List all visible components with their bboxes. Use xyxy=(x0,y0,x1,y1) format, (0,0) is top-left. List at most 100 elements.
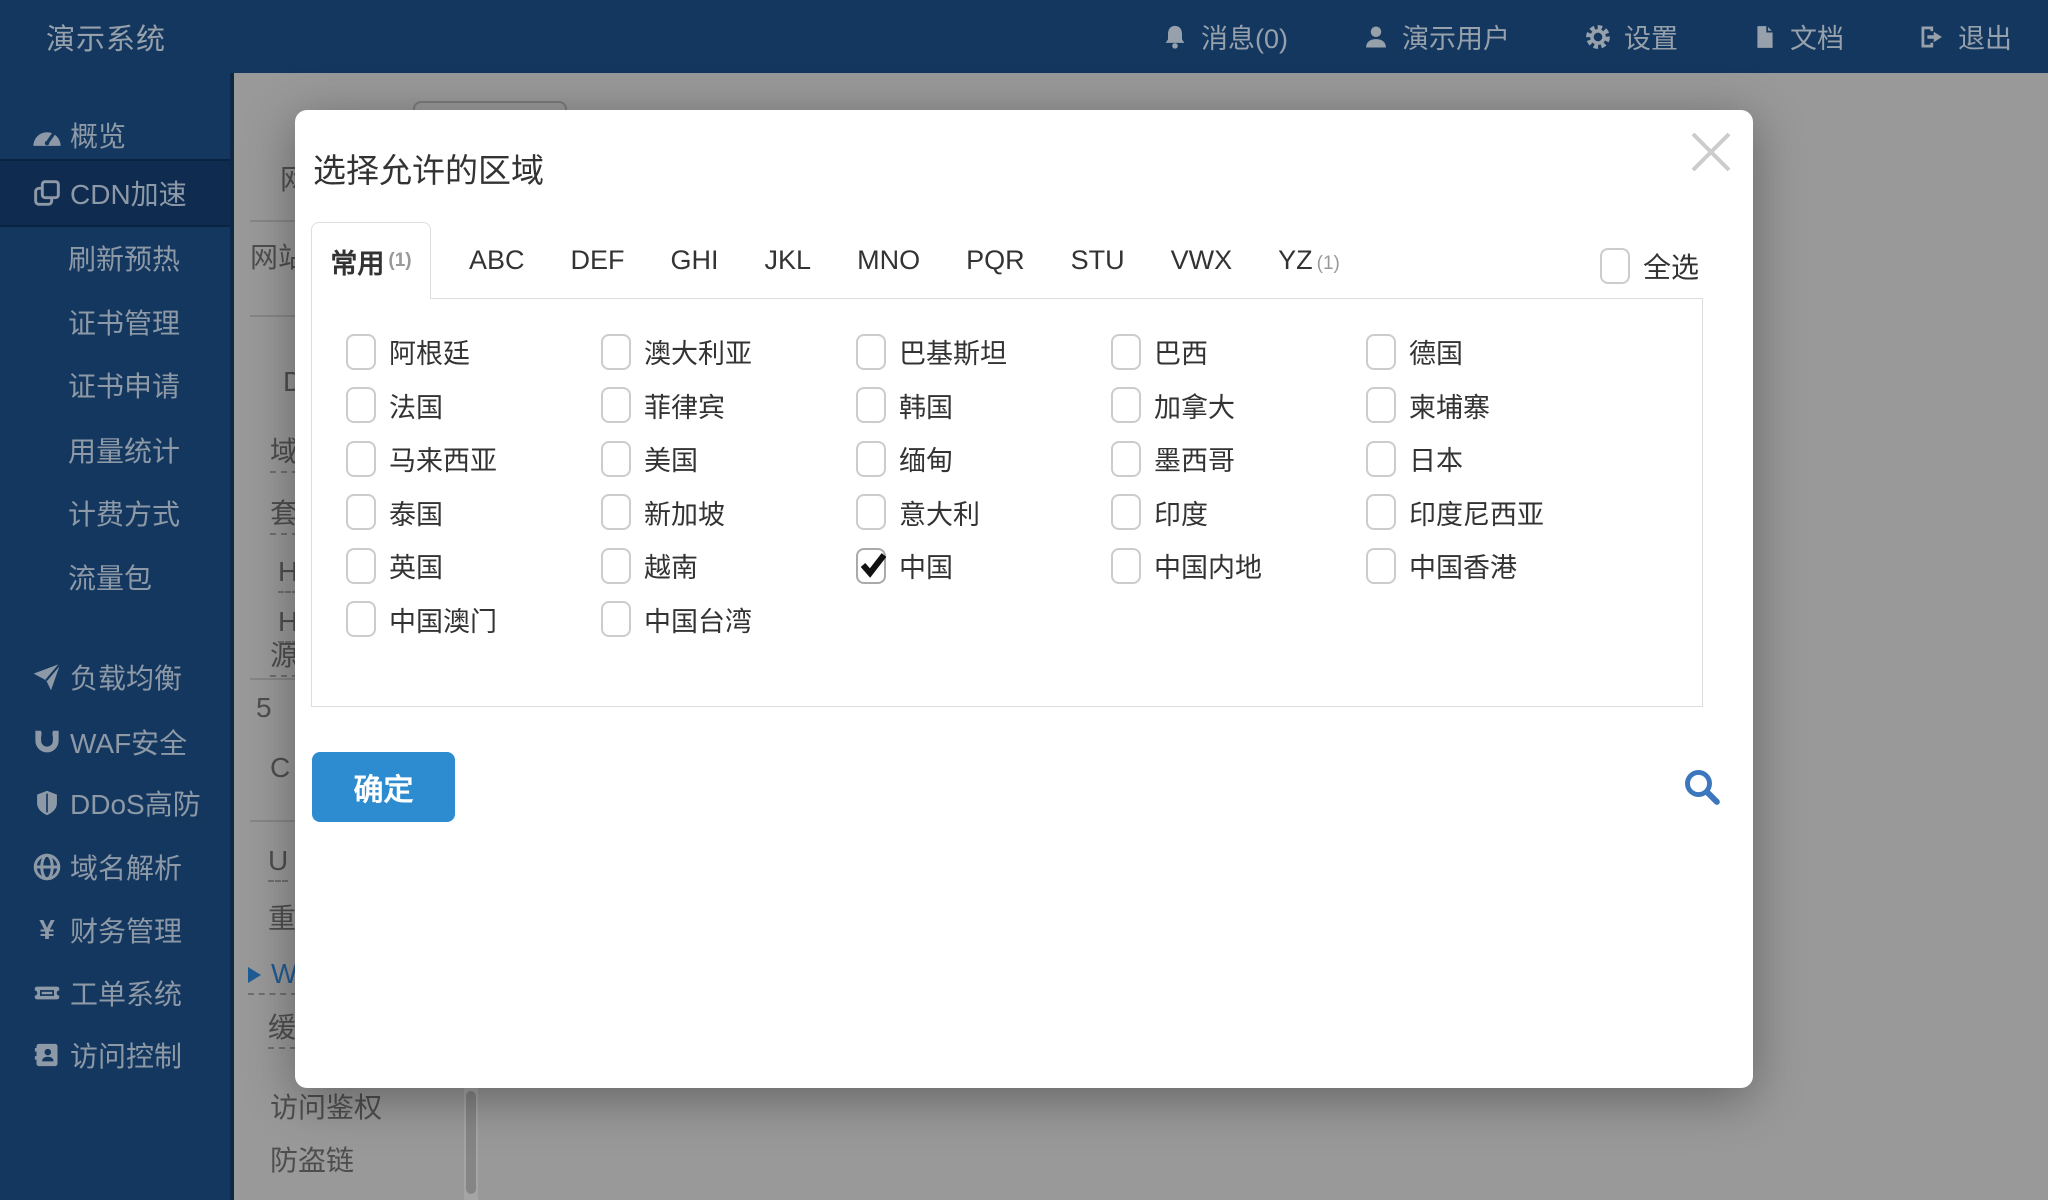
nav-item-docs[interactable]: 文档 xyxy=(1752,17,1844,56)
nav-item-label: 演示用户 xyxy=(1402,24,1510,54)
region-item-2[interactable]: 巴基斯坦 xyxy=(856,325,1111,379)
region-item-6[interactable]: 菲律宾 xyxy=(601,379,856,433)
region-item-14[interactable]: 日本 xyxy=(1366,432,1621,486)
confirm-button[interactable]: 确定 xyxy=(312,752,455,822)
tab-label: YZ xyxy=(1278,245,1313,275)
region-checkbox[interactable] xyxy=(346,494,376,531)
nav-item-messages[interactable]: 消息(0) xyxy=(1161,17,1288,56)
region-checkbox[interactable] xyxy=(601,440,631,477)
region-checkbox[interactable] xyxy=(601,601,631,638)
background-scrollbar-thumb[interactable] xyxy=(466,1091,476,1194)
region-item-17[interactable]: 意大利 xyxy=(856,486,1111,540)
region-checkbox[interactable] xyxy=(856,547,887,584)
sidebar-item-cert-manage[interactable]: 证书管理 xyxy=(0,290,230,354)
tab-vwx[interactable]: VWX xyxy=(1171,245,1233,276)
region-item-26[interactable]: 中国台湾 xyxy=(601,593,856,647)
region-checkbox[interactable] xyxy=(601,547,631,584)
region-item-9[interactable]: 柬埔寨 xyxy=(1366,379,1621,433)
sidebar-item-finance[interactable]: ¥ 财务管理 xyxy=(0,898,230,962)
sidebar-item-traffic-pack[interactable]: 流量包 xyxy=(0,545,230,609)
sidebar-item-label: 访问控制 xyxy=(70,1041,183,1072)
nav-item-settings[interactable]: 设置 xyxy=(1584,17,1678,56)
region-item-8[interactable]: 加拿大 xyxy=(1111,379,1366,433)
nav-item-logout[interactable]: 退出 xyxy=(1918,17,2012,56)
region-checkbox[interactable] xyxy=(1366,494,1396,531)
region-checkbox[interactable] xyxy=(1366,547,1396,584)
region-item-1[interactable]: 澳大利亚 xyxy=(601,325,856,379)
sidebar-item-billing[interactable]: 计费方式 xyxy=(0,481,230,545)
region-item-18[interactable]: 印度 xyxy=(1111,486,1366,540)
region-checkbox[interactable] xyxy=(1111,387,1141,424)
region-item-11[interactable]: 美国 xyxy=(601,432,856,486)
tab-def[interactable]: DEF xyxy=(571,245,625,276)
region-checkbox[interactable] xyxy=(346,547,376,584)
region-checkbox[interactable] xyxy=(346,333,376,370)
region-item-21[interactable]: 越南 xyxy=(601,539,856,593)
sidebar-edge xyxy=(230,73,234,1200)
region-checkbox[interactable] xyxy=(1366,440,1396,477)
region-item-10[interactable]: 马来西亚 xyxy=(346,432,601,486)
region-item-4[interactable]: 德国 xyxy=(1366,325,1621,379)
sidebar-item-cdn[interactable]: CDN加速 xyxy=(0,159,230,227)
region-item-0[interactable]: 阿根廷 xyxy=(346,325,601,379)
region-checkbox[interactable] xyxy=(601,387,631,424)
close-icon[interactable] xyxy=(1685,126,1737,178)
background-text: C xyxy=(270,752,291,783)
region-checkbox[interactable] xyxy=(1366,333,1396,370)
region-item-15[interactable]: 泰国 xyxy=(346,486,601,540)
region-item-19[interactable]: 印度尼西亚 xyxy=(1366,486,1621,540)
tab-mno[interactable]: MNO xyxy=(857,245,920,276)
region-item-23[interactable]: 中国内地 xyxy=(1111,539,1366,593)
region-checkbox[interactable] xyxy=(856,494,886,531)
region-checkbox[interactable] xyxy=(601,494,631,531)
region-checkbox[interactable] xyxy=(856,333,886,370)
region-item-7[interactable]: 韩国 xyxy=(856,379,1111,433)
region-checkbox[interactable] xyxy=(346,387,376,424)
sidebar-item-tickets[interactable]: 工单系统 xyxy=(0,961,230,1025)
region-checkbox[interactable] xyxy=(1366,387,1396,424)
region-item-13[interactable]: 墨西哥 xyxy=(1111,432,1366,486)
region-checkbox[interactable] xyxy=(856,440,886,477)
tab-pqr[interactable]: PQR xyxy=(966,245,1025,276)
region-checkbox[interactable] xyxy=(601,333,631,370)
search-icon[interactable] xyxy=(1681,766,1723,808)
region-item-25[interactable]: 中国澳门 xyxy=(346,593,601,647)
region-item-3[interactable]: 巴西 xyxy=(1111,325,1366,379)
region-checkbox[interactable] xyxy=(346,601,376,638)
sidebar-item-access-control[interactable]: 访问控制 xyxy=(0,1023,230,1087)
tab-jkl[interactable]: JKL xyxy=(765,245,812,276)
region-item-16[interactable]: 新加坡 xyxy=(601,486,856,540)
tab-stu[interactable]: STU xyxy=(1071,245,1125,276)
sidebar-item-usage-stats[interactable]: 用量统计 xyxy=(0,418,230,482)
sidebar-item-cert-apply[interactable]: 证书申请 xyxy=(0,353,230,417)
gear-icon xyxy=(1584,23,1612,51)
region-item-12[interactable]: 缅甸 xyxy=(856,432,1111,486)
tab-ghi[interactable]: GHI xyxy=(671,245,719,276)
tab-yz[interactable]: YZ (1) xyxy=(1278,245,1340,276)
select-all[interactable]: 全选 xyxy=(1600,246,1699,286)
region-item-5[interactable]: 法国 xyxy=(346,379,601,433)
background-text: 缓 xyxy=(268,1012,297,1043)
sidebar-item-refresh-preheat[interactable]: 刷新预热 xyxy=(0,226,230,290)
region-tab-bar: 常用 (1) ABC DEF GHI JKL MNO PQR STU VWX YZ (1) xyxy=(311,222,1340,299)
sidebar-item-load-balance[interactable]: 负载均衡 xyxy=(0,645,230,709)
brand-name: 演示系统 xyxy=(46,23,167,56)
tab-常用[interactable]: 常用 (1) xyxy=(311,222,431,299)
region-checkbox[interactable] xyxy=(1111,333,1141,370)
sidebar-item-ddos[interactable]: DDoS高防 xyxy=(0,771,230,835)
region-item-20[interactable]: 英国 xyxy=(346,539,601,593)
region-checkbox[interactable] xyxy=(856,387,886,424)
region-checkbox[interactable] xyxy=(1111,547,1141,584)
region-checkbox[interactable] xyxy=(1111,494,1141,531)
tab-abc[interactable]: ABC xyxy=(469,245,525,276)
region-item-22[interactable]: 中国 xyxy=(856,539,1111,593)
select-all-checkbox[interactable] xyxy=(1600,248,1630,284)
brand[interactable]: 演示系统 xyxy=(30,16,166,58)
nav-item-user[interactable]: 演示用户 xyxy=(1362,17,1510,56)
sidebar-item-overview[interactable]: 概览 xyxy=(0,103,230,167)
region-checkbox[interactable] xyxy=(1111,440,1141,477)
sidebar-item-waf[interactable]: WAF安全 xyxy=(0,710,230,774)
sidebar-item-dns[interactable]: 域名解析 xyxy=(0,835,230,899)
region-checkbox[interactable] xyxy=(346,440,376,477)
region-item-24[interactable]: 中国香港 xyxy=(1366,539,1621,593)
